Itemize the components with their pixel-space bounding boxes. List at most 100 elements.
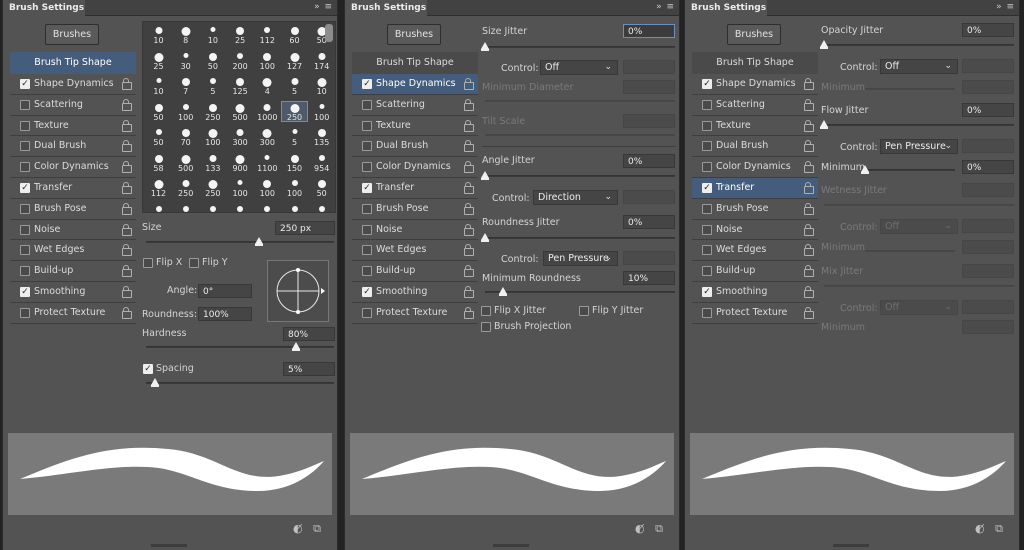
category-checkbox[interactable] [20, 266, 30, 277]
opacity-jitter-field[interactable]: 0% [962, 23, 1014, 37]
lock-icon[interactable] [804, 202, 814, 215]
panel-menu-icon[interactable]: ≡ [1006, 2, 1015, 12]
tilt-scale-slider[interactable] [485, 134, 675, 136]
brush-tip-preset[interactable]: 135 [309, 127, 334, 147]
toggle-preview-icon[interactable]: ◐̸ [635, 522, 645, 535]
category-item[interactable]: Scattering [10, 95, 136, 116]
wetness-control-dropdown[interactable]: Off ⌄ [880, 219, 958, 234]
category-checkbox[interactable] [20, 141, 30, 152]
tip-grid-scrollbar[interactable] [325, 24, 333, 42]
category-checkbox[interactable] [20, 162, 30, 173]
lock-icon[interactable] [804, 223, 814, 236]
brush-tip-preset[interactable]: 250 [200, 178, 225, 198]
category-item[interactable]: Scattering [692, 95, 818, 116]
panel-menu-icon[interactable]: ≡ [666, 2, 675, 12]
roundness-jitter-field[interactable]: 0% [623, 215, 675, 229]
lock-icon[interactable] [122, 244, 132, 257]
minimum-field[interactable] [962, 320, 1014, 334]
category-item[interactable]: Noise [10, 220, 136, 241]
brushes-button[interactable]: Brushes [45, 24, 99, 45]
lock-icon[interactable] [804, 181, 814, 194]
category-checkbox[interactable]: ✓ [362, 286, 372, 297]
brush-tip-preset[interactable]: 100 [228, 178, 253, 198]
category-checkbox[interactable] [20, 120, 30, 131]
category-item[interactable]: ✓ Transfer [352, 178, 478, 199]
minimum-slider[interactable] [865, 250, 955, 252]
brush-tip-preset[interactable]: 50 [309, 178, 334, 198]
category-item[interactable]: ✓ Shape Dynamics [352, 74, 478, 95]
flow-jitter-slider[interactable] [820, 120, 1014, 129]
lock-icon[interactable] [122, 181, 132, 194]
category-checkbox[interactable]: ✓ [362, 182, 372, 193]
minimum-slider[interactable] [861, 165, 955, 174]
category-item[interactable]: Dual Brush [692, 136, 818, 158]
lock-icon[interactable] [464, 161, 474, 174]
category-checkbox[interactable] [362, 141, 372, 152]
brush-tip-preset[interactable] [282, 204, 307, 213]
lock-icon[interactable] [122, 265, 132, 278]
lock-icon[interactable] [464, 223, 474, 236]
brush-tip-preset[interactable]: 10 [309, 76, 334, 96]
category-item[interactable]: Dual Brush [352, 136, 478, 158]
mix-jitter-slider[interactable] [824, 285, 1014, 287]
panel-resize-grip[interactable] [833, 544, 869, 547]
slider-thumb[interactable] [499, 287, 507, 296]
category-checkbox[interactable] [20, 203, 30, 214]
min-diameter-slider[interactable] [485, 100, 675, 102]
brush-tip-preset[interactable]: 10 [146, 25, 171, 45]
flow-jitter-field[interactable]: 0% [962, 103, 1014, 117]
lock-icon[interactable] [464, 119, 474, 132]
angle-jitter-field[interactable]: 0% [623, 154, 675, 168]
brush-tip-preset[interactable]: 5 [282, 76, 307, 96]
category-item[interactable]: ✓ Smoothing [352, 282, 478, 303]
brush-tip-preset[interactable]: 250 [281, 100, 308, 122]
brush-tip-preset[interactable]: 100 [200, 127, 225, 147]
lock-icon[interactable] [464, 285, 474, 298]
brush-tip-preset[interactable]: 60 [282, 25, 307, 45]
new-brush-icon[interactable]: ⧉ [313, 522, 321, 535]
lock-icon[interactable] [122, 140, 132, 153]
control-fade-field[interactable] [962, 139, 1014, 153]
lock-icon[interactable] [464, 78, 474, 90]
panel-resize-grip[interactable] [151, 544, 187, 547]
toggle-preview-icon[interactable]: ◐̸ [975, 522, 985, 535]
category-checkbox[interactable] [362, 266, 372, 277]
min-roundness-slider[interactable] [485, 287, 675, 296]
slider-thumb[interactable] [861, 165, 869, 174]
lock-icon[interactable] [122, 306, 132, 319]
lock-icon[interactable] [464, 265, 474, 278]
slider-thumb[interactable] [481, 42, 489, 51]
lock-icon[interactable] [804, 285, 814, 298]
slider-thumb[interactable] [481, 171, 489, 180]
min-roundness-field[interactable]: 10% [623, 271, 675, 285]
category-checkbox[interactable] [702, 141, 712, 152]
brush-tip-preset[interactable] [173, 204, 198, 213]
brush-tip-preset[interactable]: 58 [146, 153, 171, 173]
mix-jitter-field[interactable] [962, 264, 1014, 278]
brush-tip-preset[interactable]: 25 [146, 51, 171, 71]
category-checkbox[interactable] [362, 224, 372, 235]
control-fade-field[interactable] [623, 60, 675, 74]
category-item[interactable]: Protect Texture [352, 303, 478, 324]
brush-tip-preset[interactable]: 174 [309, 51, 334, 71]
brush-tip-preset[interactable]: 900 [228, 153, 253, 173]
category-checkbox[interactable] [362, 120, 372, 131]
category-checkbox[interactable] [702, 120, 712, 131]
lock-icon[interactable] [464, 181, 474, 194]
slider-thumb[interactable] [820, 40, 828, 49]
control-fade-field[interactable] [962, 59, 1014, 73]
category-item[interactable]: Brush Pose [352, 199, 478, 220]
category-item[interactable]: Protect Texture [692, 303, 818, 324]
flow-control-dropdown[interactable]: Pen Pressure ⌄ [880, 139, 958, 154]
brush-tip-preset[interactable]: 25 [228, 25, 253, 45]
brush-tip-preset[interactable] [146, 204, 171, 213]
brush-tip-preset[interactable]: 954 [309, 153, 334, 173]
hardness-slider-thumb[interactable] [292, 342, 301, 351]
spacing-slider[interactable] [146, 378, 334, 387]
brush-tip-preset[interactable]: 150 [282, 153, 307, 173]
hardness-slider[interactable] [146, 342, 334, 351]
minimum-field[interactable]: 0% [962, 160, 1014, 174]
category-checkbox[interactable] [702, 245, 712, 256]
category-checkbox[interactable] [362, 99, 372, 110]
brush-tip-preset[interactable]: 500 [228, 102, 253, 122]
